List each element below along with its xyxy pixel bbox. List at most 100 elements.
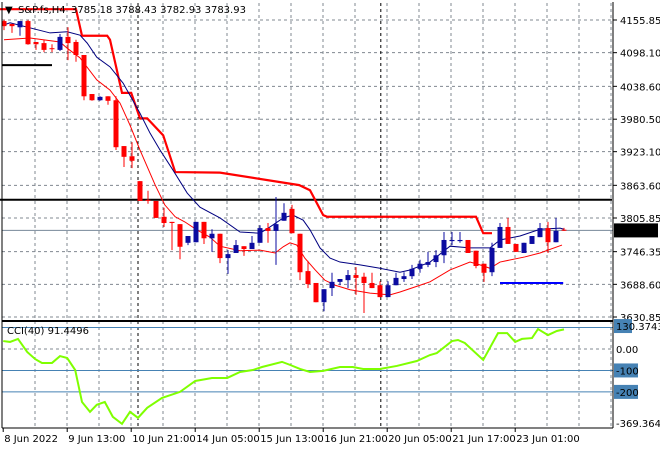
bearish-candle	[89, 94, 95, 101]
blue-moving-average	[3, 22, 565, 273]
time-label: 21 Jun 17:00	[452, 434, 516, 445]
bearish-candle	[313, 282, 319, 303]
bullish-candle	[193, 221, 199, 243]
bearish-candle	[49, 48, 55, 50]
bullish-candle	[449, 239, 455, 242]
bullish-candle	[321, 289, 327, 303]
current-price-label: 3783.93	[617, 226, 658, 237]
bearish-candle	[369, 282, 375, 289]
symbol-label: S&P.fs,H4	[18, 5, 66, 16]
bullish-candle	[537, 228, 543, 238]
bullish-candle	[401, 276, 407, 280]
bullish-candle	[441, 239, 447, 256]
bullish-candle	[225, 254, 231, 259]
bullish-candle	[425, 262, 431, 265]
bearish-candle	[361, 276, 367, 283]
bearish-candle	[73, 41, 79, 55]
bearish-candle	[41, 43, 47, 50]
bearish-candle	[81, 54, 87, 97]
bearish-candle	[177, 224, 183, 247]
bearish-candle	[353, 275, 359, 278]
bearish-candle	[9, 23, 15, 27]
chart-header: ▼ S&P.fs,H4 3785.18 3788.43 3782.93 3783…	[5, 5, 246, 16]
cci-max-label: 130.3743	[616, 322, 660, 333]
bullish-candle	[57, 36, 63, 50]
time-label: 20 Jun 05:00	[388, 434, 452, 445]
time-label: 8 Jun 2022	[4, 434, 58, 445]
bearish-candle	[513, 243, 519, 252]
bullish-candle	[393, 277, 399, 286]
bearish-candle	[289, 208, 295, 234]
bearish-candle	[65, 36, 71, 44]
time-label: 15 Jun 13:00	[260, 434, 324, 445]
bullish-candle	[385, 285, 391, 298]
bullish-candle	[257, 228, 263, 243]
bullish-candle	[489, 247, 495, 273]
time-label: 14 Jun 05:00	[196, 434, 260, 445]
bearish-candle	[129, 156, 135, 161]
cci-level-label: -100	[616, 366, 639, 377]
bearish-candle	[137, 181, 143, 201]
bullish-candle	[209, 233, 215, 239]
cci-title: CCI(40) 91.4496	[7, 326, 89, 337]
bearish-candle	[217, 233, 223, 259]
bearish-candle	[33, 41, 39, 45]
bearish-candle	[25, 21, 31, 45]
bullish-candle	[409, 268, 415, 277]
grid	[2, 3, 613, 428]
price-label: 4155.85	[620, 16, 660, 27]
bullish-candle	[281, 212, 287, 221]
bearish-candle	[561, 229, 567, 231]
bearish-candle	[169, 221, 175, 224]
time-label: 23 Jun 01:00	[516, 434, 580, 445]
bullish-candle	[497, 226, 503, 248]
bullish-candle	[233, 245, 239, 253]
bearish-candle	[241, 246, 247, 250]
price-label: 3805.85	[620, 214, 660, 225]
time-label: 10 Jun 21:00	[132, 434, 196, 445]
bullish-candle	[329, 281, 335, 289]
bullish-candle	[417, 263, 423, 269]
bullish-candle	[337, 279, 343, 282]
chart-marks	[0, 8, 613, 426]
price-label: 4038.60	[620, 82, 660, 93]
cci-min-label: -369.3646	[616, 419, 660, 430]
bullish-candle	[345, 275, 351, 281]
bearish-candle	[265, 228, 271, 231]
bullish-candle	[185, 236, 191, 243]
price-label: 3746.35	[620, 248, 660, 259]
dropdown-arrow-icon[interactable]: ▼	[5, 5, 13, 16]
bearish-candle	[145, 199, 151, 201]
bullish-candle	[249, 242, 255, 250]
bullish-candle	[17, 21, 23, 28]
bearish-candle	[297, 233, 303, 273]
bullish-candle	[553, 230, 559, 243]
price-label: 4098.10	[620, 49, 660, 60]
bearish-candle	[153, 200, 159, 218]
bearish-candle	[473, 250, 479, 267]
bearish-candle	[161, 216, 167, 224]
bullish-candle	[529, 236, 535, 244]
bullish-candle	[457, 239, 463, 242]
price-label: 3863.60	[620, 181, 660, 192]
bearish-candle	[505, 226, 511, 244]
bullish-candle	[433, 255, 439, 263]
price-chart[interactable]: 4155.85 4098.10 4038.60 3980.50 3923.10 3863.…	[0, 0, 660, 450]
price-label: 3688.60	[620, 280, 660, 291]
bearish-candle	[113, 100, 119, 148]
bearish-candle	[105, 96, 111, 101]
time-label: 9 Jun 13:00	[68, 434, 125, 445]
bearish-candle	[481, 263, 487, 273]
bearish-candle	[201, 221, 207, 239]
cci-line	[3, 327, 565, 426]
cci-zero-label: 0.00	[616, 345, 638, 356]
bullish-candle	[521, 242, 527, 253]
bearish-candle	[121, 146, 127, 157]
bullish-candle	[273, 224, 279, 231]
ohlc-readout: 3785.18 3788.43 3782.93 3783.93	[71, 5, 246, 16]
bearish-candle	[377, 285, 383, 298]
time-label: 16 Jun 21:00	[324, 434, 388, 445]
bullish-candle	[97, 96, 103, 101]
bearish-candle	[545, 228, 551, 243]
cci-level-label: -200	[616, 388, 639, 399]
